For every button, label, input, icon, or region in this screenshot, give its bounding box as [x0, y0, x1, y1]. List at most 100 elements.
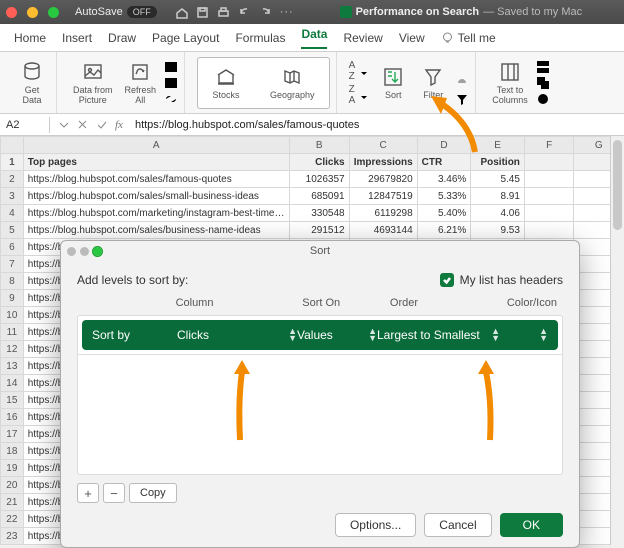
- select-all-corner[interactable]: [1, 137, 24, 154]
- remove-dup-icon[interactable]: [536, 76, 550, 90]
- row-header[interactable]: 23: [1, 528, 24, 545]
- clear-icon[interactable]: [455, 60, 469, 74]
- cell[interactable]: 6119298: [349, 205, 417, 222]
- cell[interactable]: https://blog.hubspot.com/sales/business-…: [23, 222, 289, 239]
- tab-view[interactable]: View: [399, 31, 425, 45]
- row-header[interactable]: 14: [1, 375, 24, 392]
- tab-formulas[interactable]: Formulas: [235, 31, 285, 45]
- name-box[interactable]: A2: [0, 117, 50, 133]
- cell[interactable]: Clicks: [289, 154, 349, 171]
- cell[interactable]: 29679820: [349, 171, 417, 188]
- row-header[interactable]: 17: [1, 426, 24, 443]
- cell[interactable]: 5.45: [471, 171, 525, 188]
- tab-draw[interactable]: Draw: [108, 31, 136, 45]
- cell[interactable]: 6.21%: [417, 222, 471, 239]
- row-header[interactable]: 4: [1, 205, 24, 222]
- cell[interactable]: 330548: [289, 205, 349, 222]
- print-icon[interactable]: [217, 6, 230, 19]
- has-headers-checkbox[interactable]: My list has headers: [440, 273, 563, 287]
- row-header[interactable]: 22: [1, 511, 24, 528]
- sort-asc-button[interactable]: AZ: [349, 60, 372, 82]
- cell[interactable]: 8.91: [471, 188, 525, 205]
- row-header[interactable]: 2: [1, 171, 24, 188]
- cancel-button[interactable]: Cancel: [424, 513, 491, 537]
- row-header[interactable]: 18: [1, 443, 24, 460]
- cell[interactable]: 9.53: [471, 222, 525, 239]
- col-header[interactable]: D: [417, 137, 471, 154]
- cell[interactable]: [524, 222, 574, 239]
- cell[interactable]: 12847519: [349, 188, 417, 205]
- vertical-scrollbar[interactable]: [610, 136, 624, 545]
- tell-me[interactable]: Tell me: [441, 31, 496, 45]
- window-zoom-icon[interactable]: [48, 7, 59, 18]
- row-header[interactable]: 13: [1, 358, 24, 375]
- row-header[interactable]: 16: [1, 409, 24, 426]
- cell[interactable]: CTR: [417, 154, 471, 171]
- flash-fill-icon[interactable]: [536, 60, 550, 74]
- cell[interactable]: https://blog.hubspot.com/marketing/insta…: [23, 205, 289, 222]
- tab-pagelayout[interactable]: Page Layout: [152, 31, 219, 45]
- undo-icon[interactable]: [238, 6, 251, 19]
- scroll-thumb[interactable]: [613, 140, 622, 230]
- cell[interactable]: Impressions: [349, 154, 417, 171]
- window-minimize-icon[interactable]: [27, 7, 38, 18]
- sort-order-select[interactable]: Largest to Smallest ▲▼▲▼: [377, 328, 548, 342]
- row-header[interactable]: 12: [1, 341, 24, 358]
- cell[interactable]: 3.46%: [417, 171, 471, 188]
- row-header[interactable]: 11: [1, 324, 24, 341]
- row-header[interactable]: 20: [1, 477, 24, 494]
- cell[interactable]: Position: [471, 154, 525, 171]
- cell[interactable]: 5.40%: [417, 205, 471, 222]
- cell[interactable]: [524, 205, 574, 222]
- save-icon[interactable]: [196, 6, 209, 19]
- tab-review[interactable]: Review: [343, 31, 382, 45]
- row-header[interactable]: 8: [1, 273, 24, 290]
- cancel-x-icon[interactable]: [77, 119, 88, 130]
- col-header[interactable]: C: [349, 137, 417, 154]
- cell[interactable]: [524, 154, 574, 171]
- properties-icon[interactable]: [164, 76, 178, 90]
- copy-level-button[interactable]: Copy: [129, 483, 177, 503]
- cell[interactable]: [524, 171, 574, 188]
- sort-button[interactable]: Sort: [375, 64, 411, 102]
- sort-column-select[interactable]: Clicks▲▼: [177, 328, 297, 342]
- cell[interactable]: https://blog.hubspot.com/sales/famous-qu…: [23, 171, 289, 188]
- accept-check-icon[interactable]: [96, 119, 107, 130]
- cell[interactable]: 685091: [289, 188, 349, 205]
- more-icon[interactable]: ···: [280, 6, 294, 19]
- row-header[interactable]: 10: [1, 307, 24, 324]
- home-icon[interactable]: [175, 6, 188, 19]
- options-button[interactable]: Options...: [335, 513, 416, 537]
- row-header[interactable]: 15: [1, 392, 24, 409]
- row-header[interactable]: 3: [1, 188, 24, 205]
- sort-desc-button[interactable]: ZA: [349, 84, 372, 106]
- row-header[interactable]: 9: [1, 290, 24, 307]
- row-header[interactable]: 19: [1, 460, 24, 477]
- row-header[interactable]: 5: [1, 222, 24, 239]
- sort-level-row[interactable]: Sort by Clicks▲▼ Values▲▼ Largest to Sma…: [82, 320, 558, 350]
- data-from-picture-button[interactable]: Data from Picture: [69, 59, 117, 107]
- col-header[interactable]: E: [471, 137, 525, 154]
- col-header[interactable]: B: [289, 137, 349, 154]
- row-header[interactable]: 6: [1, 239, 24, 256]
- autosave-toggle[interactable]: AutoSave OFF: [75, 6, 157, 18]
- cell[interactable]: 1026357: [289, 171, 349, 188]
- ok-button[interactable]: OK: [500, 513, 563, 537]
- refresh-all-button[interactable]: Refresh All: [121, 59, 161, 107]
- col-header[interactable]: F: [524, 137, 574, 154]
- redo-icon[interactable]: [259, 6, 272, 19]
- cell[interactable]: Top pages: [23, 154, 289, 171]
- row-header[interactable]: 7: [1, 256, 24, 273]
- cell[interactable]: 4693144: [349, 222, 417, 239]
- cell[interactable]: [524, 188, 574, 205]
- edit-links-icon[interactable]: [164, 92, 178, 106]
- advanced-icon[interactable]: [455, 92, 469, 106]
- data-validation-icon[interactable]: [536, 92, 550, 106]
- cell[interactable]: 291512: [289, 222, 349, 239]
- tab-home[interactable]: Home: [14, 31, 46, 45]
- tab-insert[interactable]: Insert: [62, 31, 92, 45]
- get-data-button[interactable]: Get Data: [14, 59, 50, 107]
- col-header[interactable]: A: [23, 137, 289, 154]
- filter-button[interactable]: Filter: [415, 64, 451, 102]
- text-to-columns-button[interactable]: Text to Columns: [488, 59, 532, 107]
